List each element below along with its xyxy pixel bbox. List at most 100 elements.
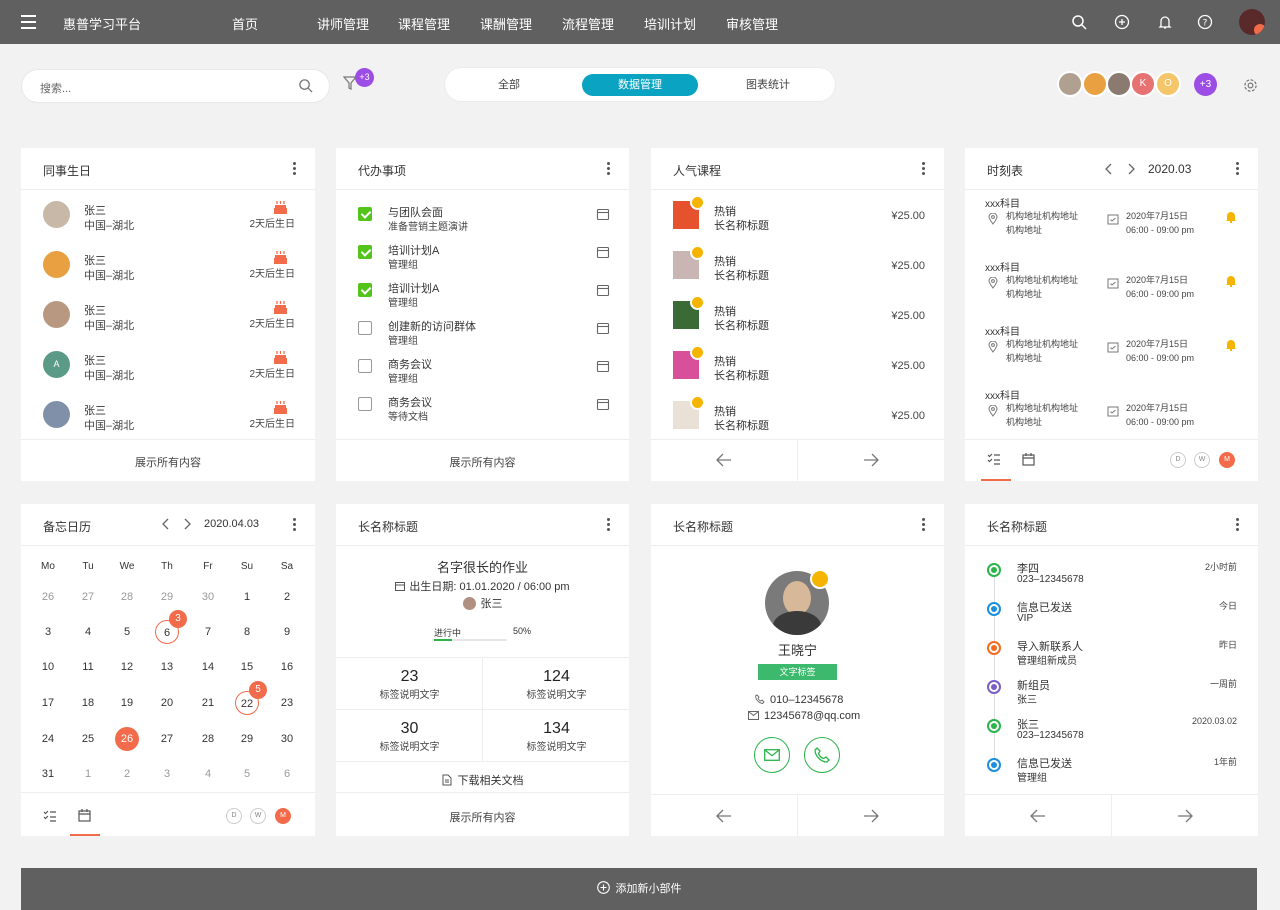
- course-item[interactable]: 热销 长名称标题 ¥25.00: [673, 295, 925, 341]
- arrow-left-icon[interactable]: [716, 809, 732, 823]
- todo-checkbox[interactable]: [358, 207, 372, 221]
- todo-checkbox[interactable]: [358, 397, 372, 411]
- timeline-item[interactable]: 张三 023–12345678 2020.03.02: [987, 716, 1237, 754]
- calendar-day[interactable]: 30: [196, 585, 220, 609]
- calendar-day[interactable]: 2: [115, 762, 139, 786]
- nav-courses[interactable]: 课程管理: [398, 14, 450, 33]
- schedule-item[interactable]: xxx科目 机构地址机构地址 机构地址 2020年7月15日 06:00 - 09:00…: [985, 259, 1255, 319]
- member-avatar-k[interactable]: K: [1130, 71, 1156, 97]
- nav-home[interactable]: 首页: [232, 14, 258, 33]
- course-item[interactable]: 热销 长名称标题 ¥25.00: [673, 245, 925, 291]
- schedule-item[interactable]: xxx科目 机构地址机构地址 机构地址 2020年7月15日 06:00 - 09:00…: [985, 195, 1255, 255]
- more-icon[interactable]: [293, 518, 297, 533]
- add-icon[interactable]: [1114, 14, 1130, 30]
- bell-icon[interactable]: [1225, 210, 1237, 223]
- calendar-day[interactable]: 8: [235, 620, 259, 644]
- email-button[interactable]: [754, 737, 790, 773]
- view-day-button[interactable]: D: [1170, 452, 1186, 468]
- show-all-link[interactable]: 展示所有内容: [336, 809, 629, 825]
- calendar-day[interactable]: 1: [76, 762, 100, 786]
- calendar-day[interactable]: 12: [115, 655, 139, 679]
- calendar-day[interactable]: 29: [235, 727, 259, 751]
- user-avatar[interactable]: [1239, 9, 1265, 35]
- calendar-day[interactable]: 17: [36, 691, 60, 715]
- calendar-day[interactable]: 1: [235, 585, 259, 609]
- calendar-day[interactable]: 7: [196, 620, 220, 644]
- calendar-day[interactable]: 23: [275, 691, 299, 715]
- checklist-icon[interactable]: [987, 453, 1001, 466]
- arrow-right-icon[interactable]: [863, 453, 879, 467]
- arrow-left-icon[interactable]: [716, 453, 732, 467]
- todo-checkbox[interactable]: [358, 245, 372, 259]
- todo-checkbox[interactable]: [358, 359, 372, 373]
- timeline-item[interactable]: 导入新联系人 管理组新成员 昨日: [987, 638, 1237, 676]
- calendar-day[interactable]: 20: [155, 691, 179, 715]
- calendar-day[interactable]: 28: [115, 585, 139, 609]
- arrow-right-icon[interactable]: [1177, 809, 1193, 823]
- calendar-day[interactable]: 30: [275, 727, 299, 751]
- todo-item[interactable]: 商务会议 管理组: [358, 356, 610, 386]
- bell-icon[interactable]: [1225, 274, 1237, 287]
- calendar-day[interactable]: 26: [115, 727, 139, 751]
- nav-instructors[interactable]: 讲师管理: [317, 14, 369, 33]
- more-icon[interactable]: [607, 518, 611, 533]
- member-avatar[interactable]: [1106, 71, 1132, 97]
- member-avatar-o[interactable]: O: [1155, 71, 1181, 97]
- nav-training[interactable]: 培训计划: [644, 14, 696, 33]
- todo-item[interactable]: 培训计划A 管理组: [358, 280, 610, 310]
- member-avatar[interactable]: [1057, 71, 1083, 97]
- arrow-right-icon[interactable]: [863, 809, 879, 823]
- calendar-day[interactable]: 24: [36, 727, 60, 751]
- add-widget-bar[interactable]: 添加新小部件: [21, 868, 1257, 910]
- calendar-icon[interactable]: [1022, 453, 1035, 466]
- search-icon[interactable]: [298, 78, 313, 93]
- calendar-day[interactable]: 4: [76, 620, 100, 644]
- more-icon[interactable]: [922, 518, 926, 533]
- chevron-right-icon[interactable]: [183, 518, 191, 530]
- calendar-icon[interactable]: [78, 809, 91, 822]
- search-box[interactable]: 搜索...: [22, 70, 329, 102]
- calendar-day[interactable]: 18: [76, 691, 100, 715]
- list-item[interactable]: A 张三 中国–湖北 2天后生日: [43, 347, 295, 387]
- course-item[interactable]: 热销 长名称标题 ¥25.00: [673, 195, 925, 241]
- download-docs-link[interactable]: 下载相关文档: [336, 772, 629, 788]
- calendar-day[interactable]: 31: [36, 762, 60, 786]
- calendar-day[interactable]: 27: [155, 727, 179, 751]
- show-all-link[interactable]: 展示所有内容: [336, 454, 629, 470]
- todo-item[interactable]: 商务会议 等待文档: [358, 394, 610, 424]
- calendar-day[interactable]: 3: [155, 762, 179, 786]
- nav-fees[interactable]: 课酬管理: [480, 14, 532, 33]
- calendar-day[interactable]: 10: [36, 655, 60, 679]
- more-icon[interactable]: [293, 162, 297, 177]
- todo-item[interactable]: 培训计划A 管理组: [358, 242, 610, 272]
- timeline-item[interactable]: 信息已发送 管理组 1年前: [987, 755, 1237, 793]
- calendar-day[interactable]: 3: [36, 620, 60, 644]
- calendar-day[interactable]: 14: [196, 655, 220, 679]
- view-month-button[interactable]: M: [1219, 452, 1235, 468]
- calendar-day[interactable]: 26: [36, 585, 60, 609]
- more-icon[interactable]: [922, 162, 926, 177]
- tab-all[interactable]: 全部: [459, 74, 559, 96]
- chevron-left-icon[interactable]: [162, 518, 170, 530]
- checklist-icon[interactable]: [43, 810, 57, 823]
- timeline-item[interactable]: 新组员 张三 一周前: [987, 677, 1237, 715]
- list-item[interactable]: 张三 中国–湖北 2天后生日: [43, 247, 295, 287]
- todo-item[interactable]: 与团队会面 准备营销主题演讲: [358, 204, 610, 234]
- calendar-day[interactable]: 16: [275, 655, 299, 679]
- bell-icon[interactable]: [1225, 338, 1237, 351]
- calendar-day[interactable]: 5: [115, 620, 139, 644]
- todo-checkbox[interactable]: [358, 321, 372, 335]
- timeline-item[interactable]: 李四 023–12345678 2小时前: [987, 560, 1237, 598]
- calendar-day[interactable]: 9: [275, 620, 299, 644]
- more-icon[interactable]: [1236, 162, 1240, 177]
- show-all-link[interactable]: 展示所有内容: [21, 454, 315, 470]
- nav-review[interactable]: 审核管理: [726, 14, 778, 33]
- timeline-item[interactable]: 信息已发送 VIP 今日: [987, 599, 1237, 637]
- arrow-left-icon[interactable]: [1030, 809, 1046, 823]
- calendar-day[interactable]: 6: [275, 762, 299, 786]
- view-week-button[interactable]: W: [250, 808, 266, 824]
- gear-icon[interactable]: [1243, 78, 1258, 93]
- calendar-day[interactable]: 5: [235, 762, 259, 786]
- search-input[interactable]: 搜索...: [40, 80, 71, 96]
- course-item[interactable]: 热销 长名称标题 ¥25.00: [673, 345, 925, 391]
